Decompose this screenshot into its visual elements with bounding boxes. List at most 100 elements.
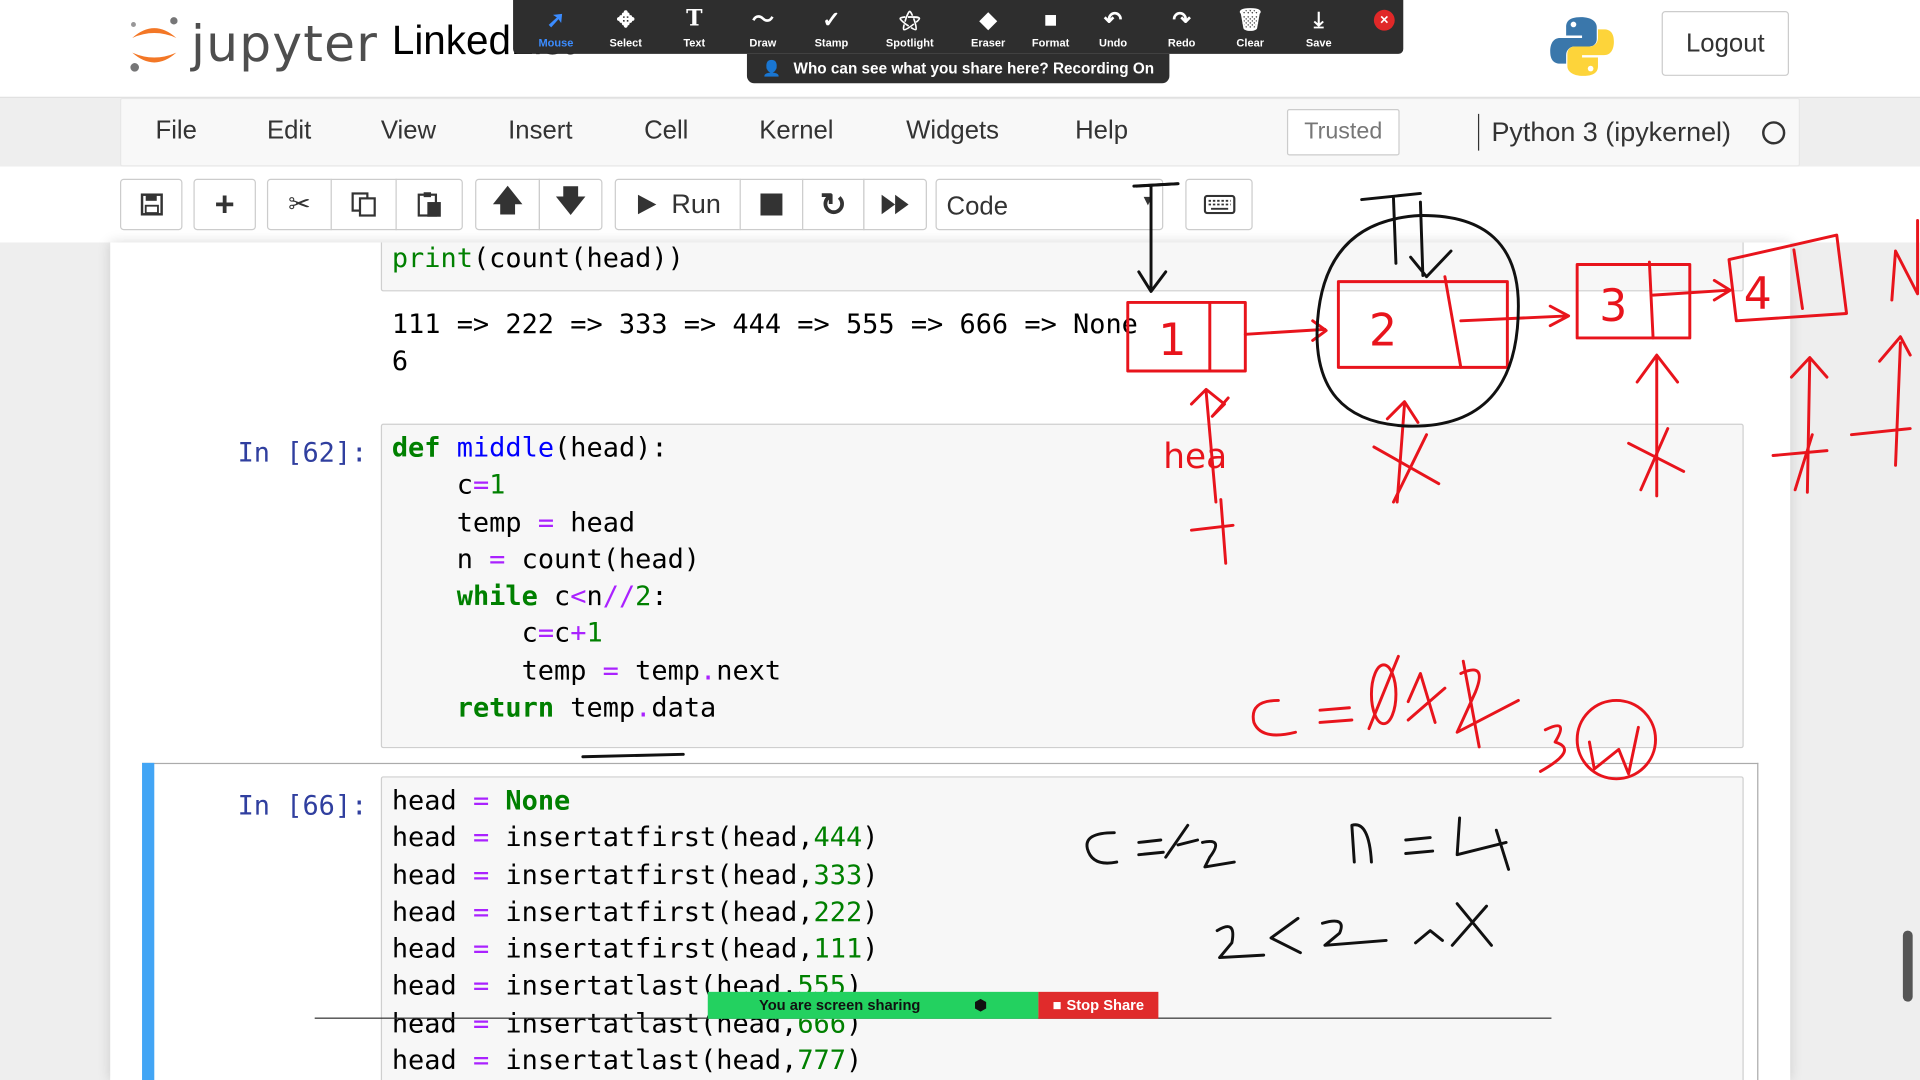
download-icon: ⤓ [1313,7,1324,32]
menu-file[interactable]: File [156,116,197,145]
annotate-text-button[interactable]: T Text [664,5,725,49]
copy-button[interactable] [330,178,397,231]
redo-icon: ↷ [1172,7,1191,32]
cell-type-value: Code [946,192,1009,221]
arrow-up-icon: 🡅 [492,184,523,218]
share-status[interactable]: You are screen sharing ⬢ [707,991,1039,1019]
annotate-save-button[interactable]: ⤓ Save [1288,5,1349,49]
tool-label: Clear [1236,36,1264,49]
cell-type-select[interactable]: Code ▾ [935,178,1164,231]
screen-share-bar: You are screen sharing ⬢ ■ Stop Share [707,991,1159,1019]
shield-icon: ⬢ [974,996,988,1014]
code-block: head = None head = insertatfirst(head,44… [391,786,879,1077]
format-icon: ■ [1043,7,1058,32]
annotate-redo-button[interactable]: ↷ Redo [1151,5,1212,49]
zoom-annotation-toolbar: ➚ Mouse ✥ Select T Text 〜 Draw ✓ Stamp ⚝ Spotl… [513,0,1404,54]
tool-label: Select [609,36,642,49]
logout-button[interactable]: Logout [1661,11,1789,76]
notebook-toolbar: + ✂ 🡅 🡇 Run ↻ Code ▾ [0,166,1920,243]
annotate-undo-button[interactable]: ↶ Undo [1082,5,1143,49]
undo-icon: ↶ [1103,7,1123,32]
menu-insert[interactable]: Insert [508,116,572,145]
annotate-clear-button[interactable]: 🗑 Clear [1220,5,1281,49]
tool-label: Undo [1098,36,1128,49]
stop-share-label: Stop Share [1066,996,1145,1014]
move-icon: ✥ [616,7,635,32]
menu-kernel[interactable]: Kernel [759,116,833,145]
stop-share-button[interactable]: ■ Stop Share [1038,991,1159,1019]
scrollbar-thumb[interactable] [1902,930,1913,1002]
kernel-idle-icon [1762,121,1786,145]
paste-button[interactable] [395,178,463,231]
jupyter-logo-icon [130,17,178,72]
share-status-text: You are screen sharing [758,996,921,1014]
annotate-select-button[interactable]: ✥ Select [595,5,656,49]
paste-icon [417,192,441,217]
restart-button[interactable]: ↻ [802,178,865,231]
menu-view[interactable]: View [381,116,436,145]
jupyter-logo[interactable]: jupyter [127,10,378,79]
annotate-eraser-button[interactable]: ◆ Eraser [958,5,1019,49]
code-cell-input[interactable]: print(count(head)) [380,242,1744,292]
recording-notice-text: Who can see what you share here? Recordi… [793,60,1155,78]
move-up-button[interactable]: 🡅 [475,178,541,231]
move-down-button[interactable]: 🡇 [538,178,603,231]
menu-edit[interactable]: Edit [267,116,311,145]
keyboard-icon [1203,194,1235,215]
code-cell-input[interactable]: def middle(head): c=1 temp = head n = co… [380,423,1744,749]
code-cell-input[interactable]: head = None head = insertatfirst(head,44… [380,776,1744,1080]
draw-icon: 〜 [751,7,774,32]
save-button[interactable] [120,178,183,231]
annotate-draw-button[interactable]: 〜 Draw [732,5,793,49]
menu-cell[interactable]: Cell [644,116,688,145]
annotate-stamp-button[interactable]: ✓ Stamp [801,5,862,49]
run-button[interactable]: Run [614,178,741,231]
code-block: def middle(head): c=1 temp = head n = co… [391,433,782,724]
notebook-container: print(count(head)) 111 => 222 => 333 => … [110,242,1791,1080]
menu-widgets[interactable]: Widgets [906,116,999,145]
checkmark-icon: ✓ [822,7,841,32]
play-icon [638,194,657,215]
input-prompt: In [62]: [237,438,368,469]
run-label: Run [671,188,721,220]
logo-text: jupyter [191,14,379,74]
output-line: 6 [391,346,409,378]
annotate-mouse-button[interactable]: ➚ Mouse [525,5,586,49]
annotate-format-button[interactable]: ■ Format [1020,5,1081,49]
tool-label: Format [1031,36,1070,49]
tool-label: Redo [1167,36,1196,49]
command-palette-button[interactable] [1185,178,1253,231]
eraser-icon: ◆ [979,7,997,32]
recording-notice[interactable]: 👤 Who can see what you share here? Recor… [746,53,1170,84]
cell-output: 111 => 222 => 333 => 444 => 555 => 666 =… [392,307,1138,381]
tool-label: Stamp [814,36,849,49]
fast-forward-icon [881,194,909,215]
text-icon: T [686,6,703,32]
trusted-indicator[interactable]: Trusted [1286,108,1400,156]
tool-label: Text [683,36,706,49]
annotate-spotlight-button[interactable]: ⚝ Spotlight [879,5,940,49]
stop-icon [760,193,783,216]
save-icon [140,193,163,216]
screen: jupyter LinkedList Logout File Edit View… [0,0,1920,1080]
python-logo-icon [1550,17,1614,76]
menubar: File Edit View Insert Cell Kernel Widget… [120,97,1801,167]
chevron-down-icon: ▾ [1143,189,1153,210]
cut-button[interactable]: ✂ [266,178,332,231]
code-line: print(count(head)) [391,243,684,275]
restart-icon: ↻ [819,185,847,223]
tool-label: Draw [749,36,777,49]
kernel-name[interactable]: Python 3 (ipykernel) [1477,113,1731,151]
user-icon: 👤 [762,59,782,77]
arrow-down-icon: 🡇 [555,184,586,218]
plus-icon: + [214,184,235,223]
restart-run-all-button[interactable] [863,178,927,231]
insert-cell-button[interactable]: + [193,178,256,231]
input-prompt: In [66]: [237,791,368,822]
menu-help[interactable]: Help [1075,116,1128,145]
close-icon[interactable]: × [1373,9,1395,31]
trash-icon: 🗑 [1236,7,1265,32]
tool-label: Spotlight [885,36,934,49]
interrupt-button[interactable] [739,178,804,231]
scissors-icon: ✂ [288,188,311,220]
